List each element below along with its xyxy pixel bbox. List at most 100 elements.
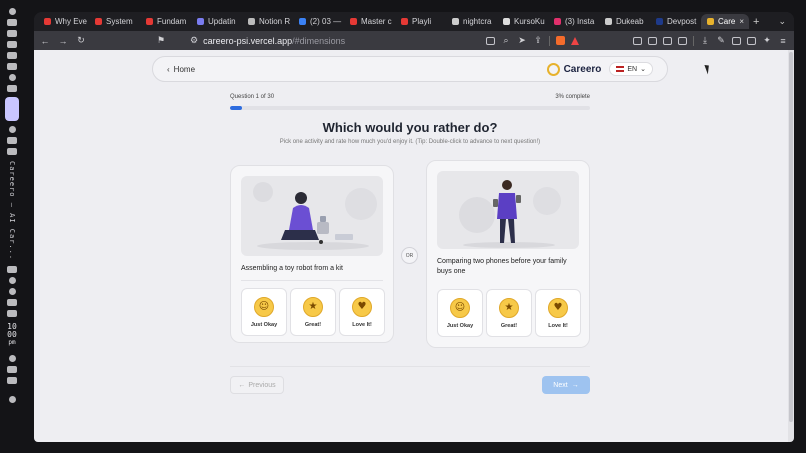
tab-label: Playli (412, 17, 432, 26)
telegram-icon[interactable] (7, 299, 17, 307)
rating-just-okay[interactable]: ☺ Just Okay (437, 289, 483, 337)
os-sidebar: Careero — AI Car... 10 00 pm (0, 0, 24, 453)
browser-tab[interactable]: Notion R (242, 14, 293, 29)
browser-tab[interactable]: Care × (701, 14, 749, 29)
calendar-icon[interactable] (7, 310, 17, 318)
share-icon[interactable]: ⇪ (533, 35, 543, 46)
previous-label: Previous (248, 381, 276, 389)
app-icon[interactable] (8, 126, 16, 133)
smiling-face-icon: ☺ (254, 296, 274, 317)
activity-card-2[interactable]: Comparing two phones before your family … (426, 160, 590, 348)
browser-tab[interactable]: System (89, 14, 140, 29)
app-icon[interactable] (8, 8, 16, 15)
rating-love-it[interactable]: ♥ Love It! (339, 288, 385, 336)
language-selector[interactable]: EN ⌄ (609, 62, 653, 76)
tab-label: Fundam (157, 17, 187, 26)
tab-list-chevron-icon[interactable]: ⌄ (778, 16, 786, 27)
scrollbar-thumb[interactable] (789, 52, 793, 422)
page-scrollbar[interactable] (788, 50, 794, 442)
brave-shields-icon[interactable] (556, 36, 565, 45)
wifi-icon[interactable] (8, 355, 16, 363)
app-icon[interactable] (7, 52, 17, 59)
browser-tab[interactable]: (3) Insta (548, 14, 599, 29)
app-icon[interactable] (7, 63, 17, 70)
app-icon[interactable] (8, 288, 16, 296)
app-icon[interactable] (8, 74, 16, 81)
close-tab-icon[interactable]: × (739, 17, 744, 26)
previous-button[interactable]: ← Previous (230, 376, 284, 394)
window-title-vertical: Careero — AI Car... (8, 161, 16, 261)
browser-tab[interactable]: Updatin (191, 14, 242, 29)
rating-great[interactable]: ★ Great! (486, 289, 532, 337)
send-icon[interactable]: ➤ (517, 35, 527, 46)
next-button[interactable]: Next → (542, 376, 590, 394)
download-icon[interactable]: ⤓ (700, 35, 710, 46)
progress-bar-fill (230, 106, 242, 110)
activity-card-1[interactable]: Assembling a toy robot from a kit ☺ Just… (230, 165, 394, 343)
rating-love-it[interactable]: ♥ Love It! (535, 289, 581, 337)
power-icon[interactable] (8, 396, 16, 404)
browser-tab[interactable]: (2) 03 — (293, 14, 344, 29)
heart-eyes-face-icon: ♥ (548, 297, 568, 318)
app-icon[interactable] (7, 19, 17, 26)
puzzle-icon[interactable] (663, 36, 672, 45)
wallet-icon[interactable] (747, 36, 756, 45)
browser-tab[interactable]: KursoKu (497, 14, 548, 29)
rating-great[interactable]: ★ Great! (290, 288, 336, 336)
home-link[interactable]: ‹ Home (167, 65, 195, 74)
question-subtitle: Pick one activity and rate how much you'… (279, 139, 541, 145)
browser-tab[interactable]: Dukeab (599, 14, 650, 29)
bluetooth-icon[interactable] (7, 366, 17, 374)
app-icon[interactable] (7, 266, 17, 274)
reload-icon[interactable]: ↻ (76, 35, 86, 46)
active-window-indicator[interactable] (5, 97, 19, 121)
activity-illustration (241, 176, 383, 256)
tab-favicon-icon (656, 18, 663, 25)
tab-favicon-icon (44, 18, 51, 25)
home-link-label: Home (173, 64, 196, 74)
app-icon[interactable] (7, 137, 17, 144)
browser-toolbar: ← → ↻ ⚑ ⚙ careero-psi.vercel.app/#dimens… (34, 31, 794, 50)
browser-tab[interactable]: Master c (344, 14, 395, 29)
clock-ampm: pm (8, 339, 16, 347)
code-icon[interactable] (7, 85, 17, 92)
app-icon[interactable] (7, 41, 17, 48)
browser-tab[interactable]: Devpost (650, 14, 701, 29)
bookmark-icon[interactable]: ⚑ (156, 35, 166, 46)
progress-labels: Question 1 of 30 3% complete (230, 94, 590, 100)
us-flag-icon (616, 66, 625, 72)
sidebar-toggle-icon[interactable] (732, 36, 741, 45)
rating-just-okay[interactable]: ☺ Just Okay (241, 288, 287, 336)
browser-tab[interactable]: Why Eve (38, 14, 89, 29)
new-tab-button[interactable]: + (753, 16, 759, 28)
menu-icon[interactable]: ≡ (778, 36, 788, 46)
brand[interactable]: Careero (546, 62, 601, 76)
leo-icon[interactable]: ✦ (762, 35, 772, 46)
forward-arrow-icon[interactable]: → (58, 36, 68, 46)
browser-tab[interactable]: Fundam (140, 14, 191, 29)
extension-icon[interactable] (648, 36, 657, 45)
extension-icon[interactable] (633, 36, 642, 45)
cast-icon[interactable] (486, 36, 495, 45)
mouse-cursor-icon (704, 63, 712, 75)
back-arrow-icon[interactable]: ← (40, 36, 50, 46)
tab-favicon-icon (197, 18, 204, 25)
github-icon[interactable] (8, 277, 16, 285)
brave-rewards-icon[interactable] (571, 36, 579, 45)
edit-icon[interactable]: ✎ (716, 35, 726, 46)
extension-icon[interactable] (678, 36, 687, 45)
tab-favicon-icon (299, 18, 306, 25)
site-settings-icon[interactable]: ⚙ (190, 35, 198, 46)
site-navbar: ‹ Home Careero EN ⌄ (152, 56, 668, 82)
rating-label: Love It! (548, 322, 568, 329)
app-icon[interactable] (7, 30, 17, 37)
tab-label: KursoKu (514, 17, 545, 26)
address-bar[interactable]: ⚙ careero-psi.vercel.app/#dimensions (190, 35, 345, 46)
tab-label: Master c (361, 17, 392, 26)
browser-tab[interactable]: Playli (395, 14, 446, 29)
browser-tab[interactable]: nightcra (446, 14, 497, 29)
zoom-icon[interactable]: ⌕ (501, 35, 511, 46)
app-icon[interactable] (7, 148, 17, 155)
tab-label: nightcra (463, 17, 492, 26)
settings-icon[interactable] (7, 377, 17, 385)
